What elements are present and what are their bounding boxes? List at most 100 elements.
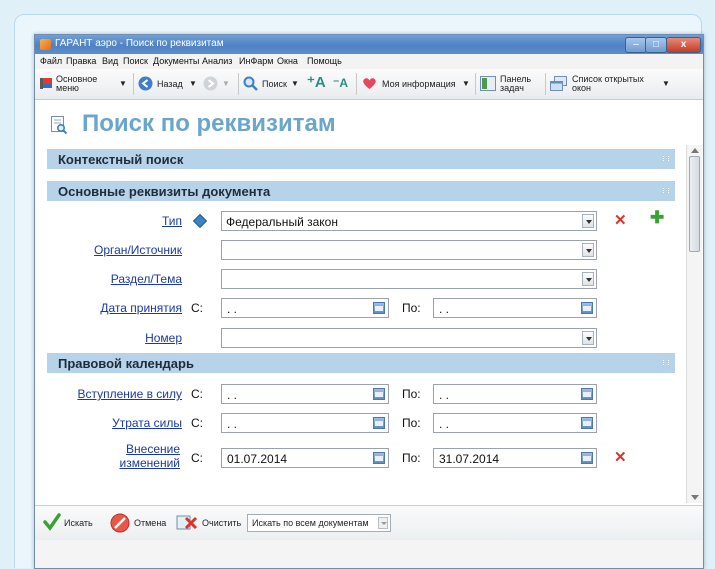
toolbar-divider <box>133 73 134 95</box>
menu-file[interactable]: Файл <box>40 56 62 66</box>
section-theme-link[interactable]: Раздел/Тема <box>111 272 182 286</box>
search-scope-select[interactable]: Искать по всем документам <box>247 514 391 532</box>
heart-icon <box>363 78 376 89</box>
title-bar[interactable]: ГАРАНТ аэро - Поиск по реквизитам – □ x <box>35 35 703 54</box>
add-icon[interactable]: ✚ <box>650 208 664 228</box>
menu-help[interactable]: Помощь <box>307 56 342 66</box>
forward-button[interactable]: ▼ <box>203 69 237 99</box>
number-link[interactable]: Номер <box>145 331 182 345</box>
menu-search[interactable]: Поиск <box>123 56 148 66</box>
toolbar-divider <box>545 73 546 95</box>
section-basic-attributes[interactable]: Основные реквизиты документа <box>47 181 675 201</box>
menu-documents[interactable]: Документы <box>153 56 199 66</box>
chevron-down-icon[interactable] <box>582 272 594 286</box>
adoption-date-link[interactable]: Дата принятия <box>100 301 182 315</box>
chevron-down-icon[interactable] <box>582 331 594 345</box>
loss-of-force-link[interactable]: Утрата силы <box>112 416 182 430</box>
section-grip-icon <box>663 156 669 161</box>
checkmark-icon <box>43 513 61 531</box>
forward-arrow-icon <box>203 76 218 91</box>
changes-date-to[interactable]: 31.07.2014 <box>433 448 597 468</box>
type-select[interactable]: Федеральный закон <box>221 211 597 231</box>
to-label: По: <box>402 416 421 430</box>
my-info-button[interactable]: Моя информация ▼ <box>360 69 470 99</box>
section-theme-select[interactable] <box>221 269 597 289</box>
chevron-down-icon[interactable] <box>378 517 388 529</box>
entry-date-to[interactable]: . . <box>433 384 597 404</box>
font-increase-icon: ⁺A <box>307 74 326 91</box>
delete-icon[interactable]: ✕ <box>614 448 627 466</box>
to-label: По: <box>402 301 421 315</box>
entry-into-force-link[interactable]: Вступление в силу <box>77 387 182 401</box>
toolbar-divider <box>356 73 357 95</box>
calendar-icon[interactable] <box>373 302 385 314</box>
changes-date-from[interactable]: 01.07.2014 <box>221 448 389 468</box>
my-info-label: Моя информация <box>382 79 456 89</box>
organ-link[interactable]: Орган/Источник <box>94 243 182 257</box>
menu-windows[interactable]: Окна <box>277 56 298 66</box>
action-bar: Искать Отмена Очистить Искать по всем до… <box>35 505 703 541</box>
minimize-button[interactable]: – <box>625 37 647 53</box>
close-button[interactable]: x <box>666 37 701 53</box>
to-label: По: <box>402 387 421 401</box>
loss-date-to[interactable]: . . <box>433 413 597 433</box>
entry-date-from[interactable]: . . <box>221 384 389 404</box>
calendar-icon[interactable] <box>373 452 385 464</box>
chevron-down-icon: ▼ <box>189 79 197 88</box>
main-menu-button[interactable]: Основное меню ▼ <box>39 69 131 99</box>
calendar-icon[interactable] <box>581 452 593 464</box>
from-label: С: <box>191 451 203 465</box>
section-legal-calendar[interactable]: Правовой календарь <box>47 353 675 373</box>
chevron-down-icon[interactable] <box>582 214 594 228</box>
calendar-icon[interactable] <box>581 417 593 429</box>
date-value: . . <box>439 388 450 402</box>
increase-font-button[interactable]: ⁺A <box>305 69 326 99</box>
type-logic-icon[interactable] <box>192 213 208 229</box>
open-windows-button[interactable]: Список открытых окон ▼ <box>550 69 670 99</box>
clear-icon <box>176 515 198 530</box>
cancel-button[interactable]: Отмена <box>134 518 166 528</box>
menu-infarm[interactable]: ИнФарм <box>239 56 273 66</box>
font-decrease-icon: ⁻A <box>333 76 348 90</box>
section-grip-icon <box>663 188 669 193</box>
calendar-icon[interactable] <box>581 302 593 314</box>
scroll-down-icon[interactable] <box>691 495 699 500</box>
vertical-scrollbar[interactable] <box>686 145 702 503</box>
task-panel-button[interactable]: Панель задач <box>480 69 540 99</box>
type-link[interactable]: Тип <box>162 214 182 228</box>
organ-select[interactable] <box>221 240 597 260</box>
section-grip-icon <box>663 360 669 365</box>
main-menu-icon <box>40 78 52 89</box>
section-calendar-label: Правовой календарь <box>58 356 194 371</box>
menu-edit[interactable]: Правка <box>66 56 96 66</box>
date-value: . . <box>227 417 238 431</box>
adoption-date-to[interactable]: . . <box>433 298 597 318</box>
date-value: 01.07.2014 <box>227 452 288 466</box>
chevron-down-icon: ▼ <box>662 79 670 88</box>
search-scope-value: Искать по всем документам <box>252 518 369 528</box>
chevron-down-icon[interactable] <box>582 243 594 257</box>
scroll-thumb[interactable] <box>689 156 700 252</box>
search-submit-button[interactable]: Искать <box>64 518 93 528</box>
open-windows-label-line2: окон <box>572 83 592 93</box>
scroll-up-icon[interactable] <box>691 148 699 153</box>
search-button[interactable]: Поиск ▼ <box>243 69 299 99</box>
menu-analysis[interactable]: Анализ <box>202 56 232 66</box>
calendar-icon[interactable] <box>373 388 385 400</box>
decrease-font-button[interactable]: ⁻A <box>331 69 351 99</box>
adoption-date-from[interactable]: . . <box>221 298 389 318</box>
status-bar <box>35 540 703 568</box>
back-button[interactable]: Назад ▼ <box>138 69 200 99</box>
clear-button[interactable]: Очистить <box>202 518 241 528</box>
section-context-search[interactable]: Контекстный поиск <box>47 149 675 169</box>
to-label: По: <box>402 451 421 465</box>
delete-icon[interactable]: ✕ <box>614 211 627 229</box>
number-select[interactable] <box>221 328 597 348</box>
changes-link[interactable]: Внесение изменений <box>50 442 180 470</box>
toolbar: Основное меню ▼ Назад ▼ ▼ Поиск ▼ ⁺A ⁻A <box>35 69 703 100</box>
calendar-icon[interactable] <box>581 388 593 400</box>
maximize-button[interactable]: □ <box>645 37 667 53</box>
calendar-icon[interactable] <box>373 417 385 429</box>
loss-date-from[interactable]: . . <box>221 413 389 433</box>
menu-view[interactable]: Вид <box>102 56 118 66</box>
